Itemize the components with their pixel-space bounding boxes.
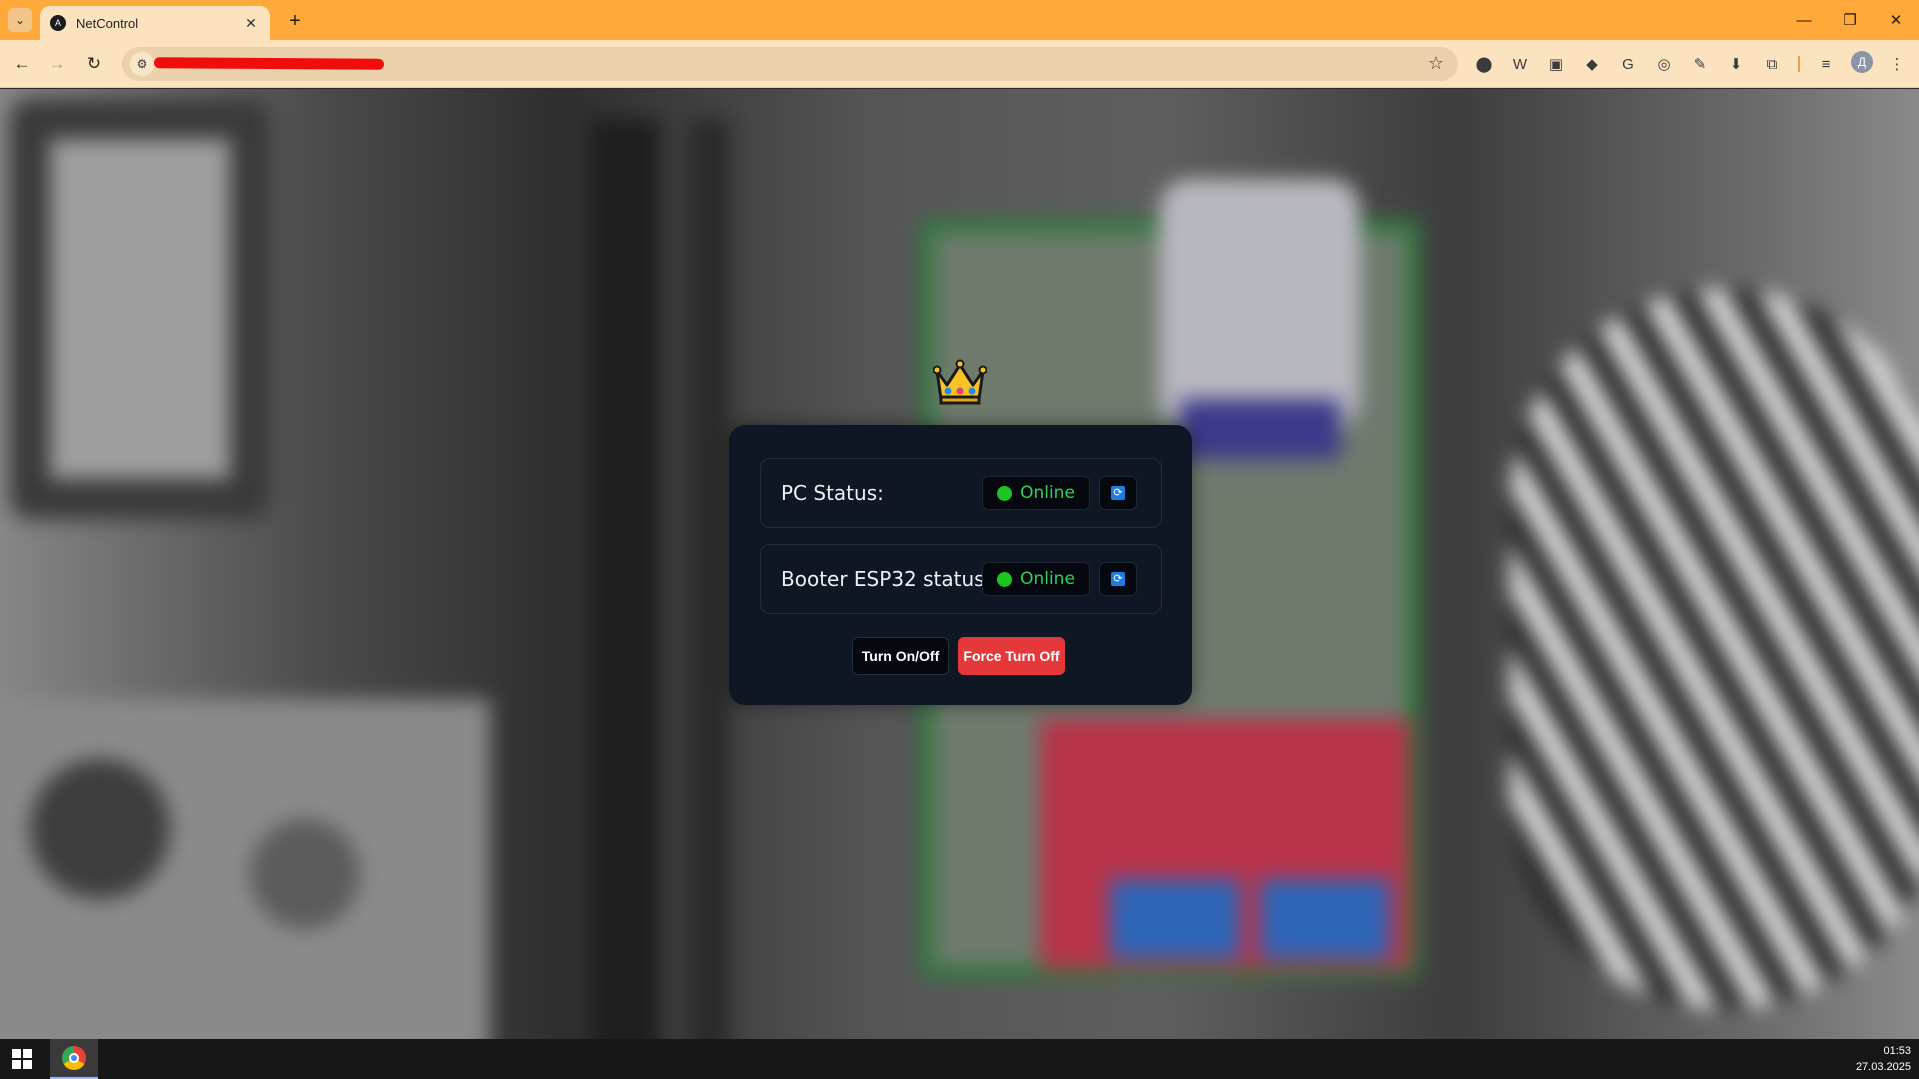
new-tab-button[interactable]: + bbox=[282, 8, 308, 34]
esp32-status-card: Booter ESP32 status: Online ⟳ bbox=[760, 544, 1162, 614]
crown-logo-icon bbox=[930, 357, 990, 407]
eyedropper-extension-icon[interactable]: ✎ bbox=[1688, 52, 1712, 76]
refresh-icon: ⟳ bbox=[1111, 486, 1125, 500]
system-clock[interactable]: 01:53 27.03.2025 bbox=[1856, 1043, 1911, 1075]
windows-taskbar: 01:53 27.03.2025 bbox=[0, 1039, 1919, 1079]
toolbar-divider bbox=[1798, 56, 1800, 72]
back-button[interactable]: ← bbox=[10, 52, 34, 76]
pc-status-badge: Online bbox=[982, 476, 1090, 510]
close-window-button[interactable]: ✕ bbox=[1873, 0, 1919, 40]
tab-close-icon[interactable]: ✕ bbox=[242, 15, 260, 32]
chrome-icon bbox=[62, 1046, 86, 1070]
pc-status-value: Online bbox=[1020, 483, 1075, 503]
circle-extension-icon[interactable]: ⬤ bbox=[1472, 52, 1496, 76]
camera-extension-icon[interactable]: ◎ bbox=[1652, 52, 1676, 76]
hat-extension-icon[interactable]: ◆ bbox=[1580, 52, 1604, 76]
google-translate-icon[interactable]: G bbox=[1616, 52, 1640, 76]
force-turn-off-button[interactable]: Force Turn Off bbox=[958, 637, 1065, 675]
online-dot-icon bbox=[997, 571, 1013, 587]
redacted-url bbox=[153, 57, 385, 70]
esp32-status-badge: Online bbox=[982, 562, 1090, 596]
forward-button[interactable]: → bbox=[45, 52, 69, 76]
refresh-icon: ⟳ bbox=[1111, 572, 1125, 586]
bookmark-star-icon[interactable]: ☆ bbox=[1428, 53, 1444, 74]
reading-list-icon[interactable]: ≡ bbox=[1814, 52, 1838, 76]
address-bar[interactable]: ⚙ ☆ bbox=[122, 47, 1458, 81]
clock-time: 01:53 bbox=[1883, 1045, 1911, 1057]
translate-extension-icon[interactable]: ▣ bbox=[1544, 52, 1568, 76]
minimize-button[interactable]: — bbox=[1781, 0, 1827, 40]
turn-on-off-button[interactable]: Turn On/Off bbox=[852, 637, 949, 675]
browser-menu-icon[interactable]: ⋮ bbox=[1885, 52, 1909, 76]
clock-date: 27.03.2025 bbox=[1855, 1061, 1911, 1073]
pc-status-label: PC Status: bbox=[781, 481, 884, 505]
restore-button[interactable]: ❐ bbox=[1827, 0, 1873, 40]
puzzle-extensions-icon[interactable]: ⧉ bbox=[1760, 52, 1784, 76]
netcontrol-panel: PC Status: Online ⟳ Booter ESP32 status:… bbox=[729, 425, 1192, 705]
profile-avatar[interactable]: Д bbox=[1851, 51, 1873, 73]
netcontrol-favicon-icon: A bbox=[50, 15, 66, 31]
esp32-status-value: Online bbox=[1020, 569, 1075, 589]
browser-tab[interactable]: A NetControl ✕ bbox=[40, 6, 270, 40]
tab-search-button[interactable]: ⌄ bbox=[8, 8, 32, 32]
esp32-refresh-button[interactable]: ⟳ bbox=[1099, 562, 1137, 596]
download-extension-icon[interactable]: ⬇ bbox=[1724, 52, 1748, 76]
online-dot-icon bbox=[997, 485, 1013, 501]
esp32-status-label: Booter ESP32 status: bbox=[781, 567, 992, 591]
tab-title: NetControl bbox=[76, 15, 139, 31]
w-extension-icon[interactable]: W bbox=[1508, 52, 1532, 76]
browser-titlebar: ⌄ A NetControl ✕ + — ❐ ✕ bbox=[0, 0, 1919, 40]
site-info-icon[interactable]: ⚙ bbox=[130, 52, 154, 76]
windows-start-icon[interactable] bbox=[12, 1049, 32, 1069]
chrome-taskbar-button[interactable] bbox=[50, 1039, 98, 1079]
browser-toolbar: ← → ↻ ⚙ ☆ ⬤ W ▣ ◆ G ◎ ✎ ⬇ ⧉ ≡ ⋮ bbox=[0, 40, 1919, 88]
reload-button[interactable]: ↻ bbox=[82, 52, 106, 76]
pc-refresh-button[interactable]: ⟳ bbox=[1099, 476, 1137, 510]
page-viewport: PC Status: Online ⟳ Booter ESP32 status:… bbox=[0, 89, 1919, 1039]
pc-status-card: PC Status: Online ⟳ bbox=[760, 458, 1162, 528]
